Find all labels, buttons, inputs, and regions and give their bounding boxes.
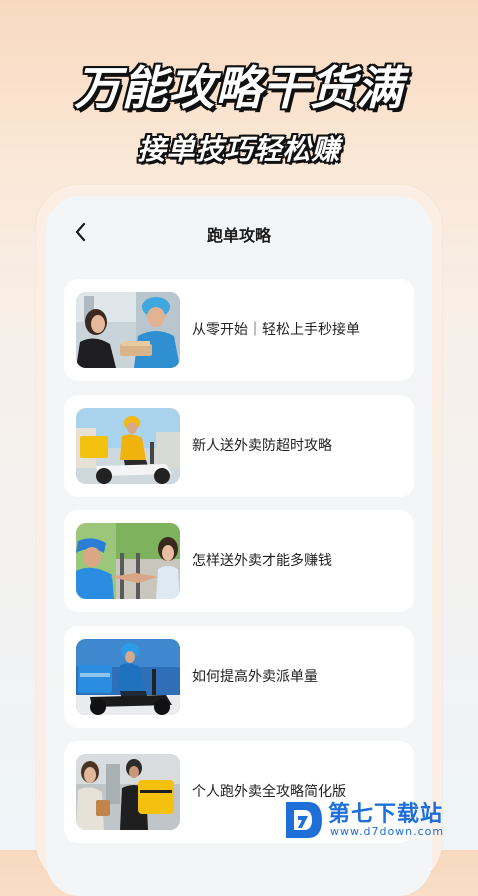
site-logo-icon <box>286 802 322 838</box>
page-title: 跑单攻略 <box>206 226 271 245</box>
courier-blue-scooter-photo <box>76 639 180 715</box>
site-watermark: 第七下载站 www.d7down.com <box>282 796 472 844</box>
nav-bar: 跑单攻略 <box>46 196 432 268</box>
watermark-brand: 第七下载站 <box>328 802 444 827</box>
courier-handing-delivery-photo <box>76 292 180 368</box>
article-title: 怎样送外卖才能多赚钱 <box>192 553 332 569</box>
article-card-4[interactable]: 如何提高外卖派单量 <box>64 626 414 728</box>
hero-title: 万能攻略干货满 <box>74 61 404 115</box>
phone-screen: 跑单攻略 从零开始｜轻松上手秒接单 新人送外卖防超时攻略 怎样送外卖才能多赚钱 … <box>46 196 432 896</box>
article-card-2[interactable]: 新人送外卖防超时攻略 <box>64 395 414 497</box>
courier-handshake-photo <box>76 523 180 599</box>
article-card-1[interactable]: 从零开始｜轻松上手秒接单 <box>64 279 414 381</box>
article-card-3[interactable]: 怎样送外卖才能多赚钱 <box>64 510 414 612</box>
watermark-url: www.d7down.com <box>330 825 445 838</box>
hero-subtitle: 接单技巧轻松赚 <box>137 133 341 166</box>
article-title: 新人送外卖防超时攻略 <box>192 438 332 454</box>
article-title: 从零开始｜轻松上手秒接单 <box>192 322 360 338</box>
courier-yellow-bag-photo <box>76 754 180 830</box>
article-title: 如何提高外卖派单量 <box>192 669 318 685</box>
courier-riding-scooter-photo <box>76 408 180 484</box>
